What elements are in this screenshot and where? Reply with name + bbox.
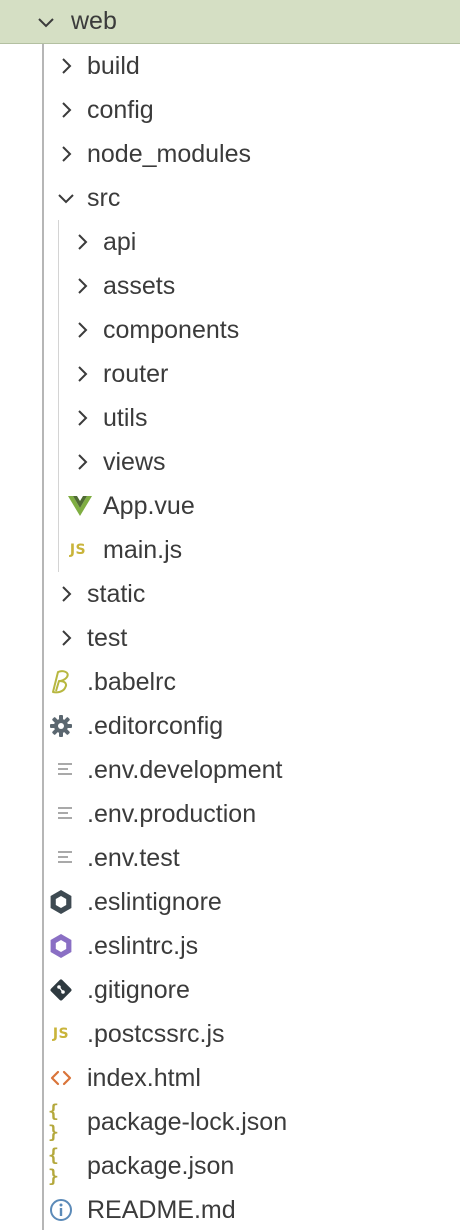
folder-label: router <box>103 359 169 388</box>
json-icon: { } <box>48 1101 59 1143</box>
file-main-js[interactable]: JS main.js <box>0 528 460 572</box>
file-readme-md[interactable]: README.md <box>0 1188 460 1232</box>
babel-icon <box>48 660 74 704</box>
file-eslintrc-js[interactable]: .eslintrc.js <box>0 924 460 968</box>
file-eslintignore[interactable]: .eslintignore <box>0 880 460 924</box>
file-package-json[interactable]: { } package.json <box>0 1144 460 1188</box>
folder-components[interactable]: components <box>0 308 460 352</box>
chevron-right-icon <box>69 440 95 484</box>
file-label: package.json <box>87 1151 235 1180</box>
chevron-right-icon <box>69 352 95 396</box>
gear-icon <box>48 704 74 748</box>
folder-label: views <box>103 447 166 476</box>
chevron-right-icon <box>69 396 95 440</box>
file-label: .postcssrc.js <box>87 1019 225 1048</box>
eslint-ignore-icon <box>48 880 74 924</box>
eslint-icon <box>48 924 74 968</box>
file-explorer-tree: web build config node_modules src api as… <box>0 0 460 1230</box>
file-label: .gitignore <box>87 975 190 1004</box>
folder-label: assets <box>103 271 176 300</box>
folder-label: build <box>87 51 140 80</box>
file-babelrc[interactable]: .babelrc <box>0 660 460 704</box>
json-icon: { } <box>48 1145 59 1187</box>
folder-label: api <box>103 227 137 256</box>
file-label: .env.production <box>87 799 257 828</box>
chevron-down-icon <box>53 176 79 220</box>
folder-views[interactable]: views <box>0 440 460 484</box>
folder-router[interactable]: router <box>0 352 460 396</box>
folder-label: test <box>87 623 128 652</box>
file-env-test[interactable]: .env.test <box>0 836 460 880</box>
chevron-right-icon <box>69 308 95 352</box>
info-icon <box>48 1188 74 1232</box>
folder-config[interactable]: config <box>0 88 460 132</box>
html-icon <box>48 1056 74 1100</box>
file-env-production[interactable]: .env.production <box>0 792 460 836</box>
file-label: .env.test <box>87 843 180 872</box>
file-index-html[interactable]: index.html <box>0 1056 460 1100</box>
file-package-lock-json[interactable]: { } package-lock.json <box>0 1100 460 1144</box>
folder-label: web <box>71 7 117 35</box>
text-file-icon <box>53 748 79 792</box>
folder-node-modules[interactable]: node_modules <box>0 132 460 176</box>
folder-web[interactable]: web <box>0 0 460 44</box>
file-label: .babelrc <box>87 667 176 696</box>
folder-src[interactable]: src <box>0 176 460 220</box>
text-file-icon <box>53 836 79 880</box>
js-icon: JS <box>69 542 87 558</box>
folder-label: src <box>87 183 121 212</box>
vue-icon <box>67 484 93 528</box>
file-env-development[interactable]: .env.development <box>0 748 460 792</box>
file-label: App.vue <box>103 491 195 520</box>
folder-label: utils <box>103 403 148 432</box>
chevron-right-icon <box>69 264 95 308</box>
file-editorconfig[interactable]: .editorconfig <box>0 704 460 748</box>
file-label: README.md <box>87 1195 236 1224</box>
text-file-icon <box>53 792 79 836</box>
chevron-right-icon <box>53 616 79 660</box>
js-icon: JS <box>52 1026 70 1042</box>
chevron-right-icon <box>53 132 79 176</box>
chevron-right-icon <box>53 572 79 616</box>
folder-label: static <box>87 579 146 608</box>
folder-api[interactable]: api <box>0 220 460 264</box>
folder-label: config <box>87 95 154 124</box>
chevron-right-icon <box>53 44 79 88</box>
file-label: .eslintignore <box>87 887 222 916</box>
folder-label: node_modules <box>87 139 252 168</box>
file-label: .env.development <box>87 755 283 784</box>
chevron-right-icon <box>69 220 95 264</box>
folder-test[interactable]: test <box>0 616 460 660</box>
file-gitignore[interactable]: .gitignore <box>0 968 460 1012</box>
folder-label: components <box>103 315 240 344</box>
file-postcssrc-js[interactable]: JS .postcssrc.js <box>0 1012 460 1056</box>
folder-assets[interactable]: assets <box>0 264 460 308</box>
chevron-right-icon <box>53 88 79 132</box>
file-label: .eslintrc.js <box>87 931 199 960</box>
file-label: main.js <box>103 535 183 564</box>
git-icon <box>48 968 74 1012</box>
folder-utils[interactable]: utils <box>0 396 460 440</box>
file-label: package-lock.json <box>87 1107 288 1136</box>
file-label: .editorconfig <box>87 711 224 740</box>
folder-static[interactable]: static <box>0 572 460 616</box>
folder-build[interactable]: build <box>0 44 460 88</box>
chevron-down-icon <box>33 0 59 44</box>
file-label: index.html <box>87 1063 201 1092</box>
file-app-vue[interactable]: App.vue <box>0 484 460 528</box>
